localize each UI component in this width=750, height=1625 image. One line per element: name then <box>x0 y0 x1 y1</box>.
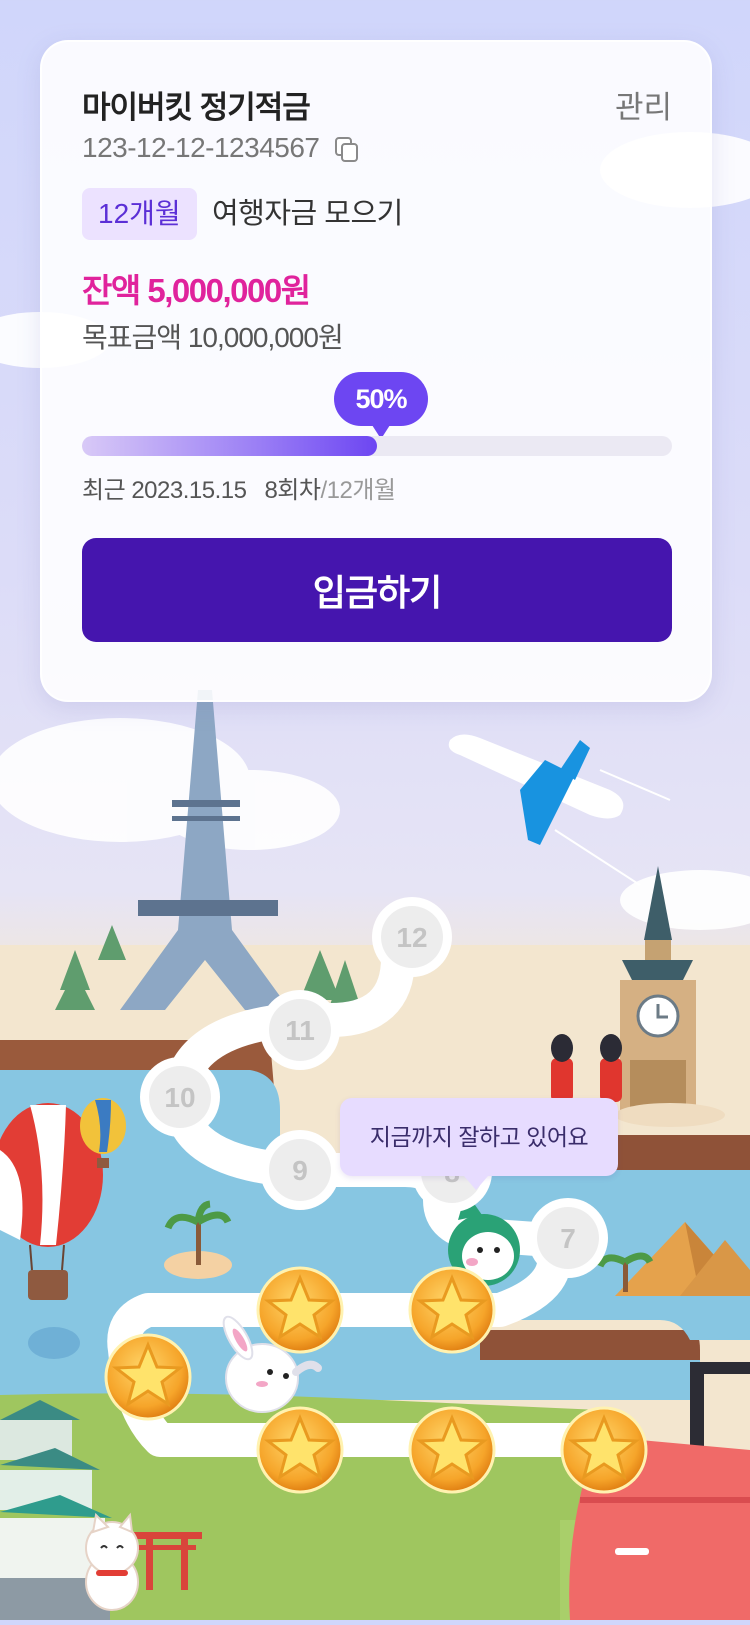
account-number-row: 123-12-12-1234567 <box>82 132 359 164</box>
manage-button[interactable]: 관리 <box>615 82 672 127</box>
stage-circle-11[interactable]: 11 <box>260 990 340 1070</box>
account-number: 123-12-12-1234567 <box>82 132 320 163</box>
stage-circle-12[interactable]: 12 <box>372 897 452 977</box>
installment-info: 최근 2023.15.15 8회차/12개월 <box>82 470 396 505</box>
savings-account-card: 마이버킷 정기적금 관리 123-12-12-1234567 12개월 여행자금… <box>40 40 712 702</box>
installment-total: /12개월 <box>320 477 396 504</box>
stage-label: 9 <box>292 1155 308 1186</box>
copy-icon[interactable] <box>333 135 359 162</box>
stage-coin-2[interactable] <box>408 1406 496 1494</box>
stage-circle-7[interactable]: 7 <box>528 1198 608 1278</box>
balance-amount: 잔액 5,000,000원 <box>82 272 311 309</box>
goal-name: 여행자금 모으기 <box>212 198 403 230</box>
account-title: 마이버킷 정기적금 <box>82 90 311 125</box>
stage-coin-4[interactable] <box>104 1333 192 1421</box>
stage-coin-3[interactable] <box>560 1406 648 1494</box>
period-tag: 12개월 <box>82 188 197 240</box>
lucky-cat-icon <box>85 1512 139 1611</box>
target-amount: 목표금액 10,000,000원 <box>82 322 344 353</box>
stage-coin-5[interactable] <box>256 1266 344 1354</box>
deposit-button[interactable]: 입금하기 <box>82 538 672 642</box>
installment-current: 8회차 <box>264 477 321 504</box>
stage-coin-1[interactable] <box>256 1406 344 1494</box>
stage-label: 10 <box>164 1082 195 1113</box>
stage-circle-10[interactable]: 10 <box>140 1057 220 1137</box>
encouragement-tooltip: 지금까지 잘하고 있어요 <box>340 1098 618 1190</box>
stage-label: 7 <box>560 1223 576 1254</box>
progress-bar-fill <box>82 436 377 456</box>
stage-circle-9[interactable]: 9 <box>260 1130 340 1210</box>
stage-label: 11 <box>285 1015 315 1046</box>
recent-deposit-date: 최근 2023.15.15 <box>82 477 247 504</box>
progress-bar <box>82 436 672 456</box>
stage-coin-6[interactable] <box>408 1266 496 1354</box>
airplane-icon <box>448 734 671 886</box>
stage-label: 12 <box>396 922 427 953</box>
progress-percent-badge: 50% <box>334 372 428 439</box>
